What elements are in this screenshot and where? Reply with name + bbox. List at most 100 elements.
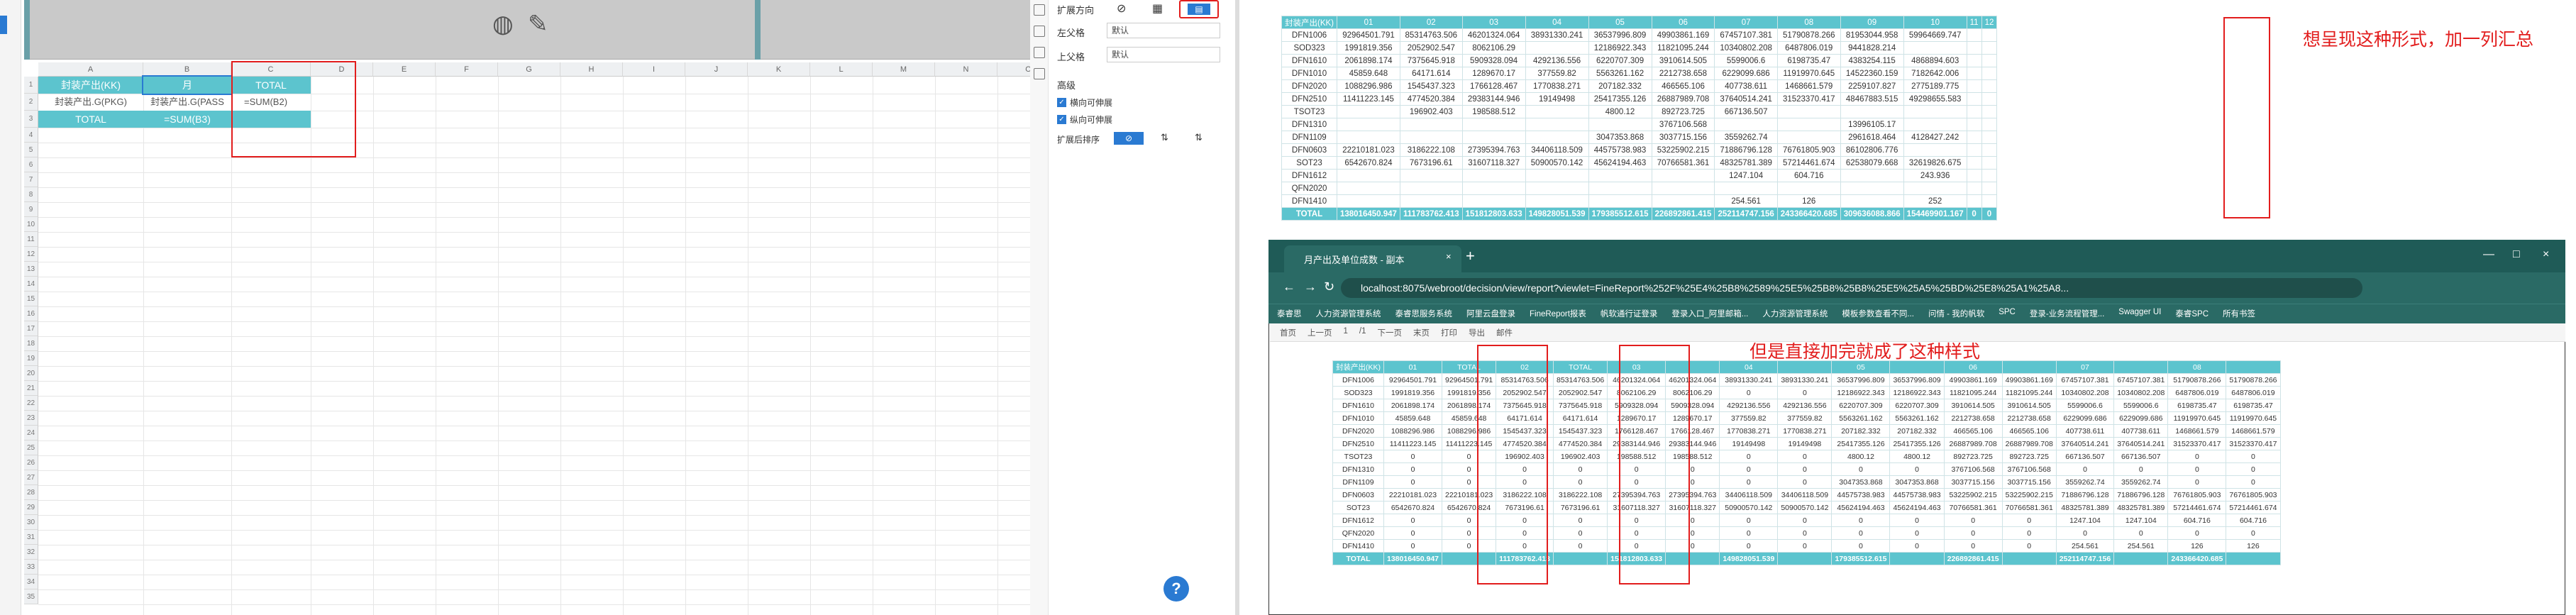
row-header-21[interactable]: 21 <box>24 381 38 396</box>
row-header-10[interactable]: 10 <box>24 217 38 232</box>
row-header-11[interactable]: 11 <box>24 232 38 247</box>
bookmark-item[interactable]: 泰睿SPC <box>2175 308 2209 321</box>
report-toolbar-item[interactable]: 首页 <box>1280 327 1296 338</box>
bookmark-item[interactable]: 问情 - 我的帆软 <box>1928 308 1984 321</box>
column-header-k[interactable]: K <box>748 62 810 77</box>
row-header-16[interactable]: 16 <box>24 306 38 321</box>
row-header-9[interactable]: 9 <box>24 202 38 217</box>
row-header-13[interactable]: 13 <box>24 262 38 277</box>
bookmark-item[interactable]: 泰睿思服务系统 <box>1395 308 1453 321</box>
row-header-3[interactable]: 3 <box>24 111 38 128</box>
condition-icon[interactable] <box>1034 47 1045 58</box>
row-header-14[interactable]: 14 <box>24 277 38 292</box>
column-header-i[interactable]: I <box>623 62 685 77</box>
cell-b2[interactable]: 封装产出.G(PASS <box>143 94 231 111</box>
row-header-25[interactable]: 25 <box>24 441 38 455</box>
row-header-7[interactable]: 7 <box>24 172 38 187</box>
column-header-a[interactable]: A <box>38 62 143 77</box>
cell-attr-icon[interactable] <box>1034 4 1045 16</box>
column-header-h[interactable]: H <box>560 62 623 77</box>
vertical-expand-icon[interactable]: ▦ <box>1152 1 1163 16</box>
report-toolbar-item[interactable]: 上一页 <box>1308 327 1332 338</box>
cell-b3[interactable]: =SUM(B3) <box>143 111 231 128</box>
row-header-32[interactable]: 32 <box>24 545 38 560</box>
browser-tab[interactable]: 月产出及单位成数 - 副本 × <box>1284 245 1461 272</box>
eye-off-icon[interactable]: ◍ <box>492 10 514 38</box>
report-toolbar-item[interactable]: 末页 <box>1413 327 1430 338</box>
bookmark-item[interactable]: 登录入口_阿里邮箱... <box>1671 308 1748 321</box>
left-strip-tab[interactable] <box>0 16 7 34</box>
row-header-12[interactable]: 12 <box>24 247 38 262</box>
minimize-icon[interactable]: — <box>2483 248 2494 261</box>
row-header-26[interactable]: 26 <box>24 455 38 470</box>
row-header-19[interactable]: 19 <box>24 351 38 366</box>
row-header-22[interactable]: 22 <box>24 396 38 411</box>
help-button[interactable]: ? <box>1163 576 1189 602</box>
row-header-15[interactable]: 15 <box>24 292 38 306</box>
row-header-17[interactable]: 17 <box>24 321 38 336</box>
report-toolbar-item[interactable]: 下一页 <box>1378 327 1403 338</box>
column-header-l[interactable]: L <box>810 62 873 77</box>
row-header-2[interactable]: 2 <box>24 94 38 111</box>
cell-a2[interactable]: 封装产出.G(PKG) <box>38 94 143 111</box>
report-toolbar-item[interactable]: 打印 <box>1441 327 1457 338</box>
close-window-icon[interactable]: × <box>2543 248 2549 261</box>
style-icon[interactable] <box>1034 26 1045 37</box>
row-header-35[interactable]: 35 <box>24 589 38 604</box>
back-icon[interactable]: ← <box>1283 279 1295 294</box>
report-toolbar-item[interactable]: /1 <box>1359 327 1366 338</box>
top-parent-select[interactable]: 默认 <box>1107 47 1220 62</box>
row-header-4[interactable]: 4 <box>24 128 38 143</box>
row-header-28[interactable]: 28 <box>24 485 38 500</box>
report-toolbar-item[interactable]: 1 <box>1344 327 1348 338</box>
row-header-6[interactable]: 6 <box>24 157 38 172</box>
report-toolbar-item[interactable]: 邮件 <box>1496 327 1513 338</box>
row-header-5[interactable]: 5 <box>24 143 38 157</box>
row-header-1[interactable]: 1 <box>24 77 38 94</box>
no-expand-icon[interactable]: ⊘ <box>1117 1 1126 16</box>
bookmark-item[interactable]: 所有书签 <box>2223 308 2255 321</box>
left-parent-select[interactable]: 默认 <box>1107 23 1220 38</box>
column-header-m[interactable]: M <box>873 62 935 77</box>
bookmark-item[interactable]: FineReport报表 <box>1530 308 1586 321</box>
row-header-31[interactable]: 31 <box>24 530 38 545</box>
column-header-e[interactable]: E <box>373 62 436 77</box>
reload-icon[interactable]: ↻ <box>1324 279 1334 294</box>
hyperlink-icon[interactable] <box>1034 68 1045 79</box>
sort-desc-icon[interactable]: ⇅ <box>1195 132 1203 143</box>
column-header-n[interactable]: N <box>935 62 997 77</box>
bookmark-item[interactable]: SPC <box>1999 308 2016 321</box>
bookmark-item[interactable]: 泰睿思 <box>1277 308 1302 321</box>
row-header-18[interactable]: 18 <box>24 336 38 351</box>
column-header-j[interactable]: J <box>685 62 748 77</box>
spreadsheet[interactable]: ABCDEFGHIJKLMNOP 12345678910111213141516… <box>24 61 1123 615</box>
horizontal-stretch-checkbox[interactable]: ✓ <box>1057 98 1066 107</box>
cell-a3[interactable]: TOTAL <box>38 111 143 128</box>
bookmark-item[interactable]: 人力资源管理系统 <box>1762 308 1828 321</box>
column-header-b[interactable]: B <box>143 62 231 77</box>
row-header-24[interactable]: 24 <box>24 426 38 441</box>
bookmark-item[interactable]: Swagger UI <box>2118 308 2161 321</box>
report-toolbar-item[interactable]: 导出 <box>1469 327 1485 338</box>
row-header-33[interactable]: 33 <box>24 560 38 575</box>
vertical-stretch-checkbox[interactable]: ✓ <box>1057 115 1066 124</box>
bookmark-item[interactable]: 帆软通行证登录 <box>1601 308 1658 321</box>
new-tab-icon[interactable]: + <box>1466 247 1475 265</box>
pencil-icon[interactable]: ✎ <box>528 10 548 38</box>
row-header-23[interactable]: 23 <box>24 411 38 426</box>
row-header-27[interactable]: 27 <box>24 470 38 485</box>
maximize-icon[interactable]: □ <box>2513 248 2520 261</box>
row-header-34[interactable]: 34 <box>24 575 38 589</box>
row-header-8[interactable]: 8 <box>24 187 38 202</box>
forward-icon[interactable]: → <box>1304 279 1317 294</box>
row-header-20[interactable]: 20 <box>24 366 38 381</box>
bookmark-item[interactable]: 阿里云盘登录 <box>1466 308 1515 321</box>
cell-a1[interactable]: 封装产出(KK) <box>38 77 143 94</box>
column-header-g[interactable]: G <box>498 62 560 77</box>
bookmark-item[interactable]: 模板参数查看不同... <box>1842 308 1914 321</box>
bookmark-item[interactable]: 登录-业务流程管理... <box>2030 308 2104 321</box>
sort-asc-icon[interactable]: ⇅ <box>1161 132 1168 143</box>
horizontal-expand-option[interactable]: ▤ <box>1179 0 1219 18</box>
cell-b1[interactable]: 月 <box>142 75 233 95</box>
row-header-30[interactable]: 30 <box>24 515 38 530</box>
